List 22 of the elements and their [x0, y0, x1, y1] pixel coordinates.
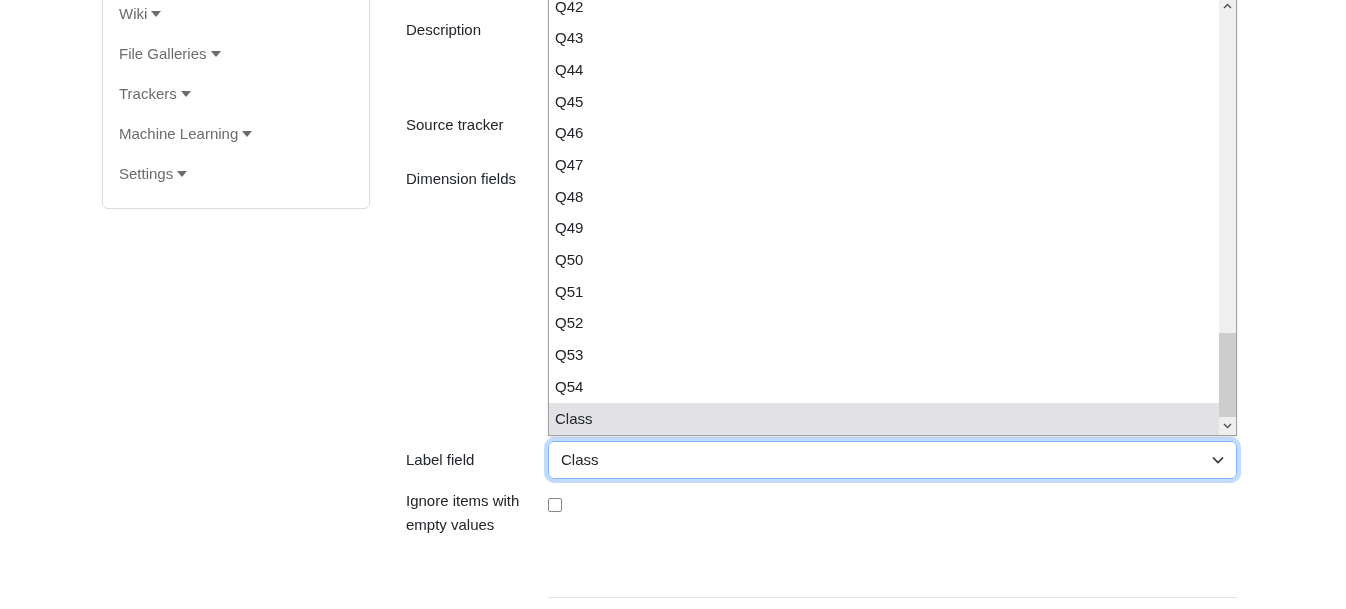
caret-icon: [242, 131, 253, 137]
scroll-down-icon[interactable]: [1223, 422, 1232, 429]
sidebar-menu-link[interactable]: Wiki: [119, 0, 162, 34]
field-label: Description: [406, 20, 483, 40]
chevron-down-icon: [1212, 456, 1224, 464]
scroll-up-icon[interactable]: [1223, 3, 1232, 9]
sidebar-menu-link[interactable]: Machine Learning: [119, 114, 253, 154]
field-label: Label field: [406, 449, 476, 470]
field-label: Source tracker: [406, 115, 505, 135]
sidebar-menu-link[interactable]: Settings: [119, 154, 188, 194]
caret-icon: [177, 171, 188, 177]
caret-icon: [151, 11, 162, 17]
caret-icon: [210, 51, 221, 57]
scrollbar[interactable]: [1219, 0, 1236, 435]
field-label: Ignore items with empty values: [406, 491, 521, 535]
sidebar-menu-link[interactable]: Trackers: [119, 74, 191, 114]
caret-icon: [180, 91, 191, 97]
scrollbar-thumb[interactable]: [1219, 332, 1236, 417]
field-label: Dimension fields: [406, 169, 518, 189]
sidebar-menu-link[interactable]: File Galleries: [119, 34, 221, 74]
checkbox[interactable]: [548, 498, 562, 512]
dropdown-option[interactable]: Class: [549, 402, 1219, 435]
